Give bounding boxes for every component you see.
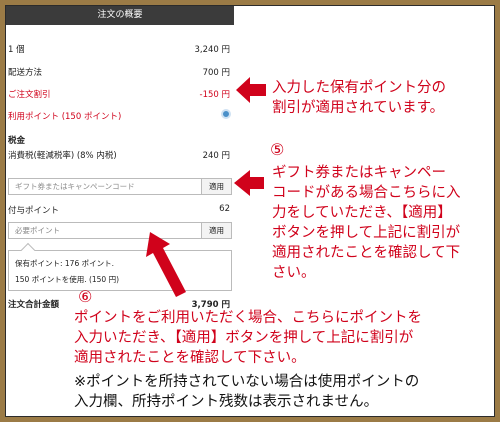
annotation-5-line1: ギフト券またはキャンペー xyxy=(272,165,446,181)
annotation-6-line1: ポイントをご利用いただく場合、こちらにポイントを xyxy=(74,310,422,326)
annotation-6-number: ⑥ xyxy=(78,287,93,306)
annotation-5-number: ⑤ xyxy=(270,140,285,159)
annotation-5-line2: コードがある場合こちらに入 xyxy=(272,185,461,201)
annotation-discount-line2: 割引が適用されています。 xyxy=(272,100,445,116)
annotation-6-line3: 適用されたことを確認して下さい。 xyxy=(74,350,306,366)
annotation-5-line4: ボタンを押して上記に割引が xyxy=(272,225,461,241)
annotation-5-line3: 力をしていただき、【適用】 xyxy=(272,205,452,221)
annotation-5-line5: 適用されたことを確認して下 xyxy=(272,245,461,261)
note-line2: 入力欄、所持ポイント残数は表示されません。 xyxy=(74,394,379,410)
note-line1: ※ポイントを所持されていない場合は使用ポイントの xyxy=(74,374,420,390)
annotation-discount-line1: 入力した保有ポイント分の xyxy=(272,80,446,96)
arrow-points xyxy=(146,232,186,297)
annotation-5-line6: さい。 xyxy=(272,265,316,281)
annotation-6-line2: 入力いただき、【適用】ボタンを押して上記に割引が xyxy=(74,330,414,346)
arrow-gift xyxy=(234,170,264,196)
arrow-discount xyxy=(236,77,266,103)
